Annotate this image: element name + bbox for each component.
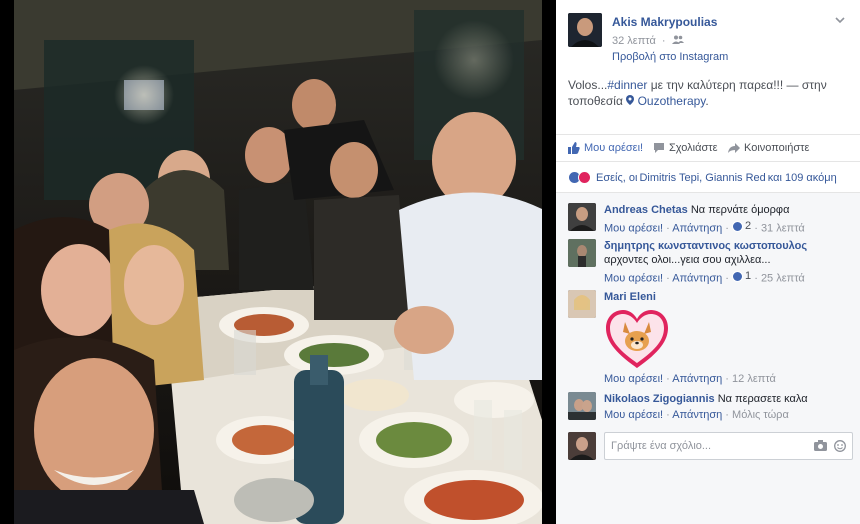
comment-time[interactable]: 31 λεπτά bbox=[761, 223, 805, 235]
commenter-name[interactable]: Nikolaos Zigogiannis bbox=[604, 393, 715, 405]
comment-icon bbox=[654, 143, 664, 153]
comment-reaction-count[interactable]: 2 bbox=[732, 219, 751, 233]
thumbs-up-icon bbox=[568, 142, 580, 154]
share-arrow-icon bbox=[728, 143, 740, 153]
comment-footer: Μου αρέσει! · Απάντηση · 2 · 31 λεπτά bbox=[604, 219, 805, 235]
comment-text: Να περασετε καλα bbox=[717, 393, 808, 405]
current-user-avatar bbox=[568, 432, 596, 460]
comment-label: Σχολιάστε bbox=[669, 142, 718, 154]
share-button[interactable]: Κοινοποιήστε bbox=[728, 142, 809, 154]
commenter-name[interactable]: Mari Eleni bbox=[604, 291, 656, 303]
post-header: Akis Makrypoulias 32 λεπτά · Προβολή στο… bbox=[556, 0, 860, 63]
comment-composer: Γράψτε ένα σχόλιο... bbox=[568, 432, 853, 460]
reactions-summary[interactable]: Εσείς, οι Dimitris Tepi, Giannis Red και… bbox=[568, 171, 837, 184]
comment-text: αρχοντες ολοι...γεια σου αχιλλεα... bbox=[604, 254, 771, 266]
heart-dog-sticker[interactable] bbox=[604, 308, 670, 370]
comment-reaction-count[interactable]: 1 bbox=[732, 269, 751, 283]
comment-footer: Μου αρέσει! · Απάντηση · 1 · 25 λεπτά bbox=[604, 269, 805, 285]
photo-image bbox=[14, 0, 542, 524]
like-button[interactable]: Μου αρέσει! bbox=[568, 142, 643, 154]
comment-time[interactable]: 12 λεπτά bbox=[732, 373, 776, 385]
commenter-avatar[interactable] bbox=[568, 290, 596, 318]
action-bar: Μου αρέσει! Σχολιάστε Κοινοποιήστε bbox=[556, 134, 860, 162]
comment-reply-link[interactable]: Απάντηση bbox=[672, 373, 722, 385]
comment-time[interactable]: Μόλις τώρα bbox=[732, 409, 789, 421]
comment-like-link[interactable]: Μου αρέσει! bbox=[604, 373, 663, 385]
comment-like-link[interactable]: Μου αρέσει! bbox=[604, 273, 663, 285]
share-label: Κοινοποιήστε bbox=[744, 142, 810, 154]
comment-footer: Μου αρέσει! · Απάντηση · Μόλις τώρα bbox=[604, 409, 789, 421]
comment-reaction-number: 2 bbox=[745, 220, 752, 232]
reactions-prefix: Εσείς, οι bbox=[596, 171, 638, 184]
reactions-others[interactable]: και 109 ακόμη bbox=[768, 172, 837, 184]
comment-footer: Μου αρέσει! · Απάντηση · 12 λεπτά bbox=[604, 373, 776, 385]
reactions-names[interactable]: Dimitris Tepi, Giannis Red bbox=[639, 172, 765, 184]
camera-icon[interactable] bbox=[814, 440, 827, 455]
comment-reply-link[interactable]: Απάντηση bbox=[672, 409, 722, 421]
location-link[interactable]: Ouzotherapy bbox=[638, 94, 706, 108]
post-text: Volos...#dinner με την καλύτερη παρεα!!!… bbox=[568, 77, 853, 109]
commenter-name[interactable]: Andreas Chetas bbox=[604, 204, 688, 216]
comments-section: Andreas Chetas Να περνάτε όμορφα Μου αρέ… bbox=[556, 192, 860, 524]
photo-viewer bbox=[0, 0, 556, 524]
comment-time[interactable]: 25 λεπτά bbox=[761, 273, 805, 285]
like-reaction-icon bbox=[732, 220, 744, 232]
comment-button[interactable]: Σχολιάστε bbox=[653, 142, 718, 154]
commenter-avatar[interactable] bbox=[568, 203, 596, 231]
audience-icon[interactable] bbox=[671, 35, 684, 47]
comment-like-link[interactable]: Μου αρέσει! bbox=[604, 223, 663, 235]
commenter-avatar[interactable] bbox=[568, 392, 596, 420]
author-avatar[interactable] bbox=[568, 13, 602, 47]
post-photo[interactable] bbox=[14, 0, 542, 524]
commenter-name[interactable]: δημητρης κωνσταντινος κωστοπουλος bbox=[604, 240, 807, 252]
commenter-avatar[interactable] bbox=[568, 239, 596, 267]
chevron-down-icon[interactable] bbox=[834, 14, 846, 26]
location-pin-icon bbox=[626, 94, 635, 108]
comment-input[interactable]: Γράψτε ένα σχόλιο... bbox=[604, 432, 853, 460]
post-time[interactable]: 32 λεπτά bbox=[612, 35, 656, 47]
emoji-icon[interactable] bbox=[834, 440, 846, 455]
hashtag-link[interactable]: #dinner bbox=[607, 78, 647, 92]
comment-reply-link[interactable]: Απάντηση bbox=[672, 223, 722, 235]
post-panel: Akis Makrypoulias 32 λεπτά · Προβολή στο… bbox=[556, 0, 860, 524]
comment-like-link[interactable]: Μου αρέσει! bbox=[604, 409, 663, 421]
comment-input-placeholder: Γράψτε ένα σχόλιο... bbox=[611, 440, 712, 452]
comment-reaction-number: 1 bbox=[745, 270, 752, 282]
love-reaction-icon bbox=[578, 171, 591, 184]
comment-reply-link[interactable]: Απάντηση bbox=[672, 273, 722, 285]
comment-text: Να περνάτε όμορφα bbox=[690, 204, 790, 216]
like-reaction-icon bbox=[732, 270, 744, 282]
post-meta: 32 λεπτά · bbox=[612, 35, 684, 47]
post-text-end: . bbox=[705, 94, 709, 108]
like-label: Μου αρέσει! bbox=[584, 142, 644, 154]
view-on-instagram-link[interactable]: Προβολή στο Instagram bbox=[612, 51, 728, 63]
author-name[interactable]: Akis Makrypoulias bbox=[612, 15, 717, 29]
post-text-prefix: Volos... bbox=[568, 78, 608, 92]
